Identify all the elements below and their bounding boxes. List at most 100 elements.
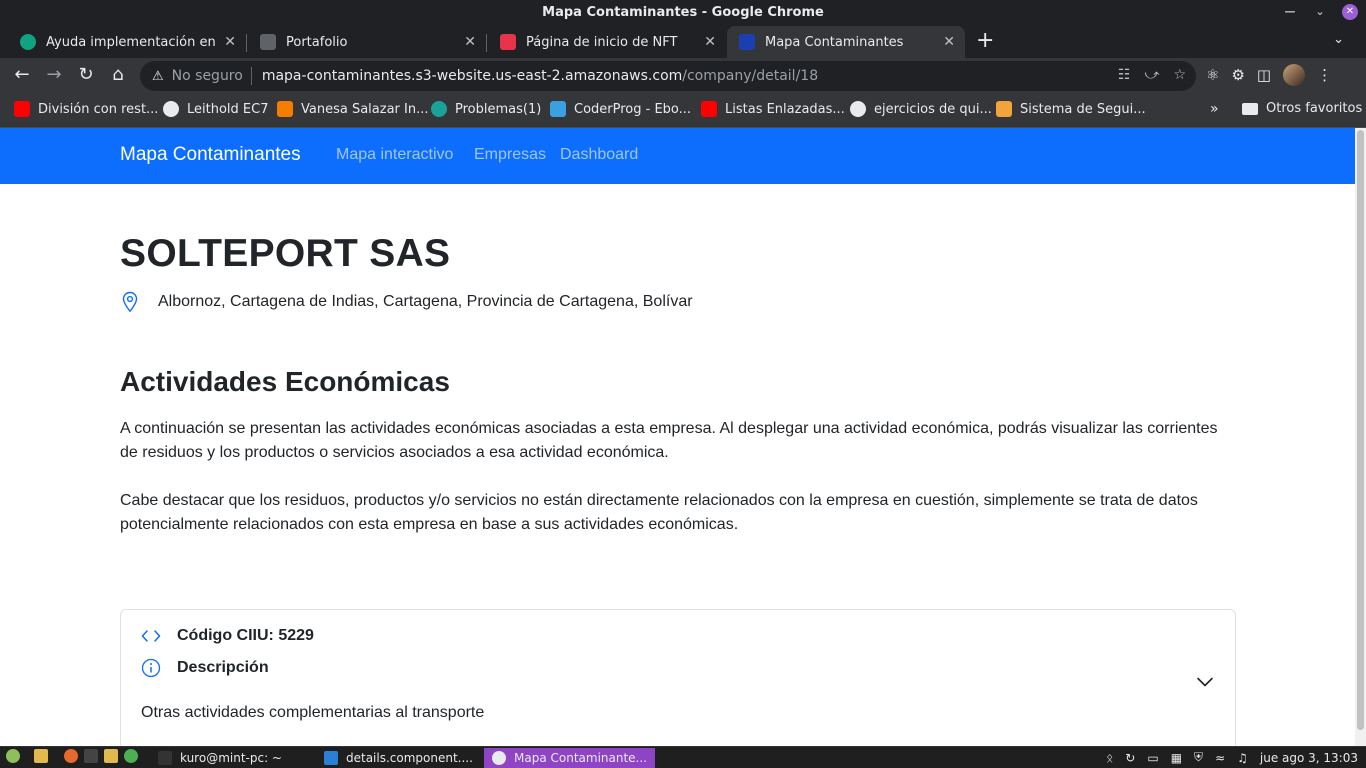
bookmark-item[interactable]: Sistema de Segui... <box>996 101 1146 117</box>
bookmark-label: Listas Enlazadas... <box>725 101 845 117</box>
side-panel-icon[interactable]: ◫ <box>1257 66 1271 84</box>
other-bookmarks-folder[interactable]: Otros favoritos <box>1242 101 1362 116</box>
code-icon <box>141 630 161 642</box>
sync-icon[interactable]: ↻ <box>1125 751 1135 765</box>
url-path: /company/detail/18 <box>682 68 819 84</box>
bookmark-item[interactable]: Problemas(1) <box>431 101 541 117</box>
shield-icon[interactable]: ⛨ <box>1194 750 1203 765</box>
wifi-icon[interactable]: ≈ <box>1215 751 1225 765</box>
more-bookmarks-icon[interactable]: » <box>1210 101 1219 117</box>
bookmark-star-icon[interactable]: ☆ <box>1173 67 1186 83</box>
bookmark-item[interactable]: Listas Enlazadas... <box>701 101 845 117</box>
openai-icon <box>20 34 36 50</box>
problems-site-icon <box>431 101 447 117</box>
bookmark-label: ejercicios de qui... <box>874 101 992 117</box>
maximize-icon[interactable]: ⌄ <box>1312 3 1328 21</box>
folder-launcher-icon[interactable] <box>104 749 126 763</box>
activities-intro: A continuación se presentan las activida… <box>120 420 1218 461</box>
files-launcher-icon[interactable] <box>34 749 56 763</box>
os-taskbar: kuro@mint-pc: ~ details.component.... Ma… <box>0 746 1366 768</box>
bookmark-item[interactable]: Leithold EC7 <box>163 101 268 117</box>
taskbar-app-vscode[interactable]: details.component.... <box>316 748 481 768</box>
ciiu-code-label: Código CIIU: 5229 <box>177 627 314 644</box>
description-row: Descripción <box>141 658 269 678</box>
firefox-launcher-icon[interactable] <box>64 749 86 763</box>
new-tab-icon[interactable]: + <box>976 28 994 53</box>
map-site-icon <box>739 34 755 50</box>
tab-search-chevron-icon[interactable]: ⌄ <box>1333 32 1344 47</box>
piano-icon <box>260 34 276 50</box>
youtube-icon <box>701 101 717 117</box>
company-name: SOLTEPORT SAS <box>120 232 451 275</box>
back-icon[interactable]: ← <box>10 64 34 85</box>
site-brand[interactable]: Mapa Contaminantes <box>120 144 301 166</box>
activity-description: Otras actividades complementarias al tra… <box>141 704 485 721</box>
nav-link-dashboard[interactable]: Dashboard <box>560 146 638 164</box>
folder-icon <box>1242 102 1258 115</box>
translate-icon[interactable]: ☷ <box>1118 67 1131 83</box>
bookmark-item[interactable]: CoderProg - Ebo... <box>550 101 691 117</box>
description-label: Descripción <box>177 659 269 676</box>
updates-icon[interactable]: ▦ <box>1171 751 1182 765</box>
tab-label: Mapa Contaminantes <box>765 34 904 50</box>
chrome-icon <box>492 751 506 765</box>
clock[interactable]: jue ago 3, 13:03 <box>1260 751 1358 765</box>
blogger-icon <box>277 101 293 117</box>
chrome-launcher-icon[interactable] <box>124 749 146 763</box>
tab-mapa-contaminantes[interactable]: Mapa Contaminantes ✕ <box>727 26 965 58</box>
tab-portafolio[interactable]: Portafolio ✕ <box>248 26 486 58</box>
address-bar[interactable]: ⚠ No seguro mapa-contaminantes.s3-websit… <box>140 61 1196 91</box>
bluetooth-icon[interactable]: ᛟ <box>1106 751 1113 765</box>
other-bookmarks-label: Otros favoritos <box>1266 101 1363 116</box>
close-tab-icon[interactable]: ✕ <box>464 34 476 50</box>
nav-link-empresas[interactable]: Empresas <box>474 146 546 164</box>
volume-icon[interactable]: ♫ <box>1237 751 1248 765</box>
minimize-icon[interactable]: — <box>1282 3 1298 21</box>
page-viewport: Mapa Contaminantes Mapa interactivo Empr… <box>0 128 1366 746</box>
reload-icon[interactable]: ↻ <box>74 64 98 85</box>
terminal-icon <box>158 751 172 765</box>
taskbar-app-terminal[interactable]: kuro@mint-pc: ~ <box>150 748 290 768</box>
tab-label: Ayuda implementación en GitHub <box>46 34 218 50</box>
bookmark-label: División con rest... <box>38 101 159 117</box>
share-icon[interactable]: ⤻ <box>1144 67 1159 83</box>
bookmark-item[interactable]: ejercicios de qui... <box>850 101 992 117</box>
chevron-down-icon[interactable] <box>1195 672 1215 692</box>
tab-label: Página de inicio de NFT <box>526 34 678 50</box>
globe-icon <box>850 101 866 117</box>
forward-icon[interactable]: → <box>42 64 66 85</box>
window-title: Mapa Contaminantes - Google Chrome <box>542 5 824 20</box>
page-scrollbar[interactable] <box>1355 128 1366 746</box>
close-tab-icon[interactable]: ✕ <box>943 34 955 50</box>
company-address: Albornoz, Cartagena de Indias, Cartagena… <box>120 291 693 313</box>
vscode-icon <box>324 751 338 765</box>
nav-link-mapa-interactivo[interactable]: Mapa interactivo <box>336 146 453 164</box>
home-icon[interactable]: ⌂ <box>106 64 130 85</box>
react-devtools-icon[interactable]: ⚛ <box>1206 66 1219 84</box>
tab-label: Portafolio <box>286 34 348 50</box>
youtube-icon <box>14 101 30 117</box>
tab-strip: Ayuda implementación en GitHub ✕ Portafo… <box>0 24 1366 58</box>
security-label[interactable]: No seguro <box>172 68 243 84</box>
terminal-launcher-icon[interactable] <box>84 749 106 763</box>
window-title-bar: Mapa Contaminantes - Google Chrome — ⌄ ✕ <box>0 0 1366 24</box>
more-menu-icon[interactable]: ⋮ <box>1317 66 1332 84</box>
bookmark-item[interactable]: División con rest... <box>14 101 158 117</box>
extensions-icon[interactable]: ⚙ <box>1231 66 1244 84</box>
activities-disclaimer: Cabe destacar que los residuos, producto… <box>120 492 1198 533</box>
close-tab-icon[interactable]: ✕ <box>224 34 236 50</box>
close-tab-icon[interactable]: ✕ <box>704 34 716 50</box>
warning-icon[interactable]: ⚠ <box>152 69 164 84</box>
tab-chatgpt[interactable]: Ayuda implementación en GitHub ✕ <box>8 26 246 58</box>
mint-menu-icon[interactable] <box>6 749 28 763</box>
tab-nft[interactable]: Página de inicio de NFT ✕ <box>488 26 726 58</box>
taskbar-app-chrome[interactable]: Mapa Contaminante... <box>484 748 655 768</box>
scrollbar-thumb[interactable] <box>1357 130 1364 730</box>
bookmark-item[interactable]: Vanesa Salazar In... <box>277 101 429 117</box>
close-window-icon[interactable]: ✕ <box>1342 4 1358 20</box>
system-tray: ᛟ ↻ ▭ ▦ ⛨ ≈ ♫ jue ago 3, 13:03 <box>1106 750 1358 765</box>
coderprog-icon <box>550 101 566 117</box>
activity-accordion-item[interactable]: Código CIIU: 5229 Descripción Otras acti… <box>120 609 1236 746</box>
clipboard-icon[interactable]: ▭ <box>1147 751 1158 765</box>
profile-avatar[interactable] <box>1283 64 1306 86</box>
